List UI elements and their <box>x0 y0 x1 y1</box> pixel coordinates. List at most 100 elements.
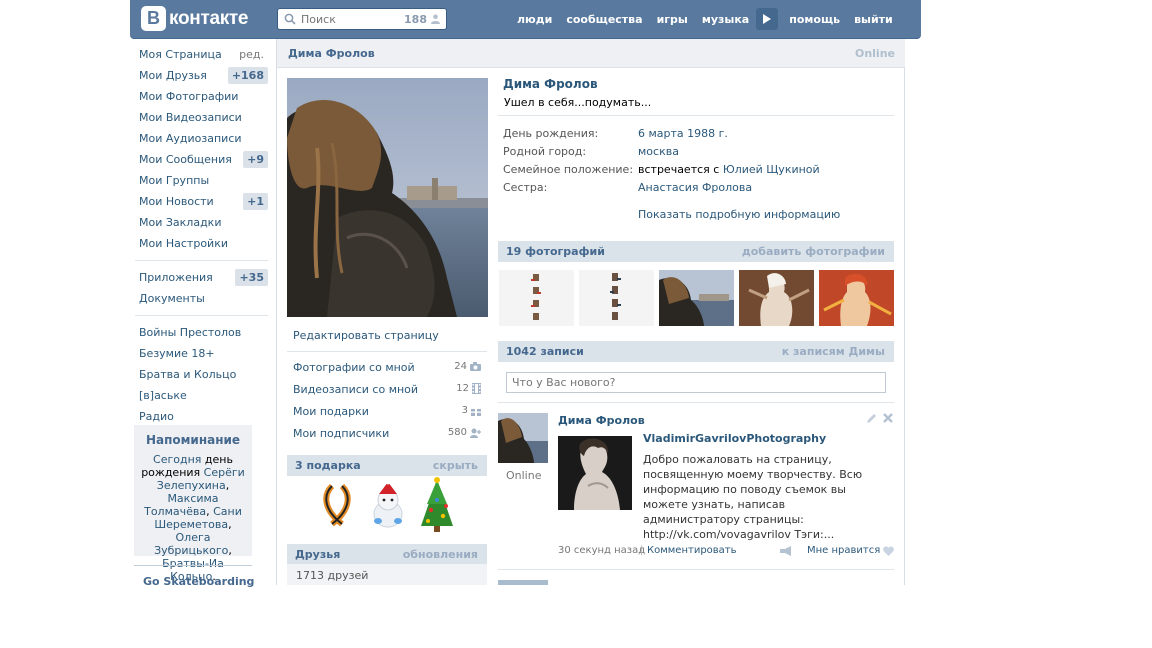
new-post-input[interactable] <box>506 372 886 393</box>
sidebar-item-news[interactable]: Мои Новости +1 <box>130 191 276 212</box>
post-author-avatar[interactable] <box>498 413 548 463</box>
sidebar-item-photos[interactable]: Мои Фотографии <box>130 86 276 107</box>
next-post-avatar[interactable] <box>498 580 548 585</box>
promo-title[interactable]: Go Skateboarding <box>143 575 254 588</box>
sidebar-item-bookmarks[interactable]: Мои Закладки <box>130 212 276 233</box>
close-icon[interactable] <box>882 412 894 424</box>
relationship-prefix: встречается с <box>638 163 723 176</box>
pencil-icon[interactable] <box>866 413 877 424</box>
search-icon <box>284 13 296 25</box>
sidebar-item-documents[interactable]: Документы <box>130 288 276 309</box>
play-icon <box>763 14 772 24</box>
post-attached-photo[interactable] <box>558 436 632 510</box>
wall-title[interactable]: 1042 записи <box>506 345 584 358</box>
info-label: День рождения: <box>503 127 599 140</box>
add-photos-link[interactable]: добавить фотографии <box>742 245 885 258</box>
friends-block-header: Друзья обновления <box>287 544 487 565</box>
partner-link[interactable]: Юлией Щукиной <box>723 163 820 176</box>
photo-thumbnail[interactable] <box>819 270 894 326</box>
sidebar-item-audio[interactable]: Мои Аудиозаписи <box>130 128 276 149</box>
link-count: 3 <box>461 405 468 416</box>
sidebar-item-my-page[interactable]: Моя Страница ред. <box>130 44 276 65</box>
puppy-gift-icon[interactable] <box>373 479 403 528</box>
nav-help[interactable]: помощь <box>789 13 840 26</box>
gifts-title[interactable]: 3 подарка <box>295 459 361 472</box>
sidebar-item-group[interactable]: [в]аське <box>130 385 276 406</box>
like-button[interactable]: Мне нравится <box>807 545 895 556</box>
reminder-text: Сегодня день рождения Серёги Зелепухина,… <box>141 453 245 583</box>
header-name: Дима Фролов <box>288 47 375 60</box>
link-label: Видеозаписи со мной <box>293 383 419 396</box>
my-followers-link[interactable]: Мои подписчики 580 <box>293 427 481 443</box>
film-icon <box>472 383 481 394</box>
sidebar-item-label: Мои Друзья <box>139 69 207 82</box>
nav-logout[interactable]: выйти <box>854 13 893 26</box>
edit-link[interactable]: ред. <box>239 44 264 65</box>
gifts-list <box>287 476 487 544</box>
apps-badge: +35 <box>235 269 268 286</box>
share-icon[interactable] <box>780 546 792 556</box>
post-timestamp[interactable]: 30 секунд назад <box>558 545 645 556</box>
photos-title[interactable]: 19 фотографий <box>506 245 605 258</box>
sidebar-item-apps[interactable]: Приложения +35 <box>130 267 276 288</box>
sidebar-item-label: Мои Видеозаписи <box>139 111 242 124</box>
sidebar-item-label: Мои Фотографии <box>139 90 239 103</box>
photo-thumbnail[interactable] <box>499 270 574 326</box>
reminder-today[interactable]: Сегодня <box>153 453 201 466</box>
friends-badge: +168 <box>227 67 268 84</box>
sister-link[interactable]: Анастасия Фролова <box>638 181 752 194</box>
sidebar-item-label: Войны Престолов <box>139 326 242 339</box>
friends-count[interactable]: 1713 друзей <box>296 569 368 582</box>
videos-with-me-link[interactable]: Видеозаписи со мной 12 <box>293 383 481 399</box>
sidebar-item-group[interactable]: Безумие 18+ <box>130 343 276 364</box>
sidebar-item-settings[interactable]: Мои Настройки <box>130 233 276 254</box>
friends-updates-link[interactable]: обновления <box>403 548 478 561</box>
post-author-name[interactable]: Дима Фролов <box>558 414 645 427</box>
sidebar-item-friends[interactable]: Мои Друзья +168 <box>130 65 276 86</box>
sidebar-item-label: Приложения <box>139 271 213 284</box>
vk-logo[interactable]: В контакте <box>141 5 249 32</box>
search-box[interactable]: 188 <box>277 8 447 30</box>
friends-title[interactable]: Друзья <box>295 548 340 561</box>
nav-music[interactable]: музыка <box>702 13 749 26</box>
hide-gifts-link[interactable]: скрыть <box>433 459 478 472</box>
photo-thumbnail[interactable] <box>579 270 654 326</box>
gifts-block-header: 3 подарка скрыть <box>287 455 487 476</box>
left-sidebar: Моя Страница ред. Мои Друзья +168 Мои Фо… <box>130 39 276 648</box>
photo-thumbnail[interactable] <box>659 270 734 326</box>
nav-people[interactable]: люди <box>517 13 552 26</box>
photos-with-me-link[interactable]: Фотографии со мной 24 <box>293 361 481 377</box>
sidebar-item-messages[interactable]: Мои Сообщения +9 <box>130 149 276 170</box>
profile-status[interactable]: Ушел в себя...подумать... <box>504 96 651 109</box>
search-input[interactable] <box>296 12 405 26</box>
divider <box>287 351 487 352</box>
edit-page-link[interactable]: Редактировать страницу <box>293 329 439 342</box>
hometown-value[interactable]: москва <box>638 145 679 158</box>
link-count: 12 <box>456 383 469 394</box>
show-more-info-link[interactable]: Показать подробную информацию <box>638 208 840 221</box>
to-dima-posts-link[interactable]: к записям Димы <box>782 345 885 358</box>
christmas-tree-gift-icon[interactable] <box>421 477 453 532</box>
nav-games[interactable]: игры <box>657 13 688 26</box>
birthday-value[interactable]: 6 марта 1988 г. <box>638 127 728 140</box>
nav-communities[interactable]: сообщества <box>566 13 642 26</box>
sidebar-item-group[interactable]: Радио <box>130 406 276 427</box>
sidebar-item-videos[interactable]: Мои Видеозаписи <box>130 107 276 128</box>
divider <box>134 565 252 566</box>
play-button[interactable] <box>756 8 779 30</box>
profile-photo[interactable] <box>287 78 488 317</box>
post-link-title[interactable]: VladimirGavrilovPhotography <box>643 432 826 445</box>
sidebar-item-label: Радио <box>139 410 174 423</box>
divider <box>498 402 894 403</box>
reminder-person[interactable]: Олега Зубрицького <box>154 531 228 557</box>
sidebar-item-group[interactable]: Войны Престолов <box>130 322 276 343</box>
ribbon-gift-icon[interactable] <box>323 483 351 527</box>
sidebar-item-groups[interactable]: Мои Группы <box>130 170 276 191</box>
my-gifts-link[interactable]: Мои подарки 3 <box>293 405 481 421</box>
photo-thumbnail[interactable] <box>739 270 814 326</box>
reminder-person[interactable]: Максима Толмачёва <box>144 492 218 518</box>
sidebar-item-group[interactable]: Братва и Кольцо <box>130 364 276 385</box>
info-label: Сестра: <box>503 181 548 194</box>
followers-icon <box>470 428 481 438</box>
comment-link[interactable]: Комментировать <box>647 545 737 556</box>
